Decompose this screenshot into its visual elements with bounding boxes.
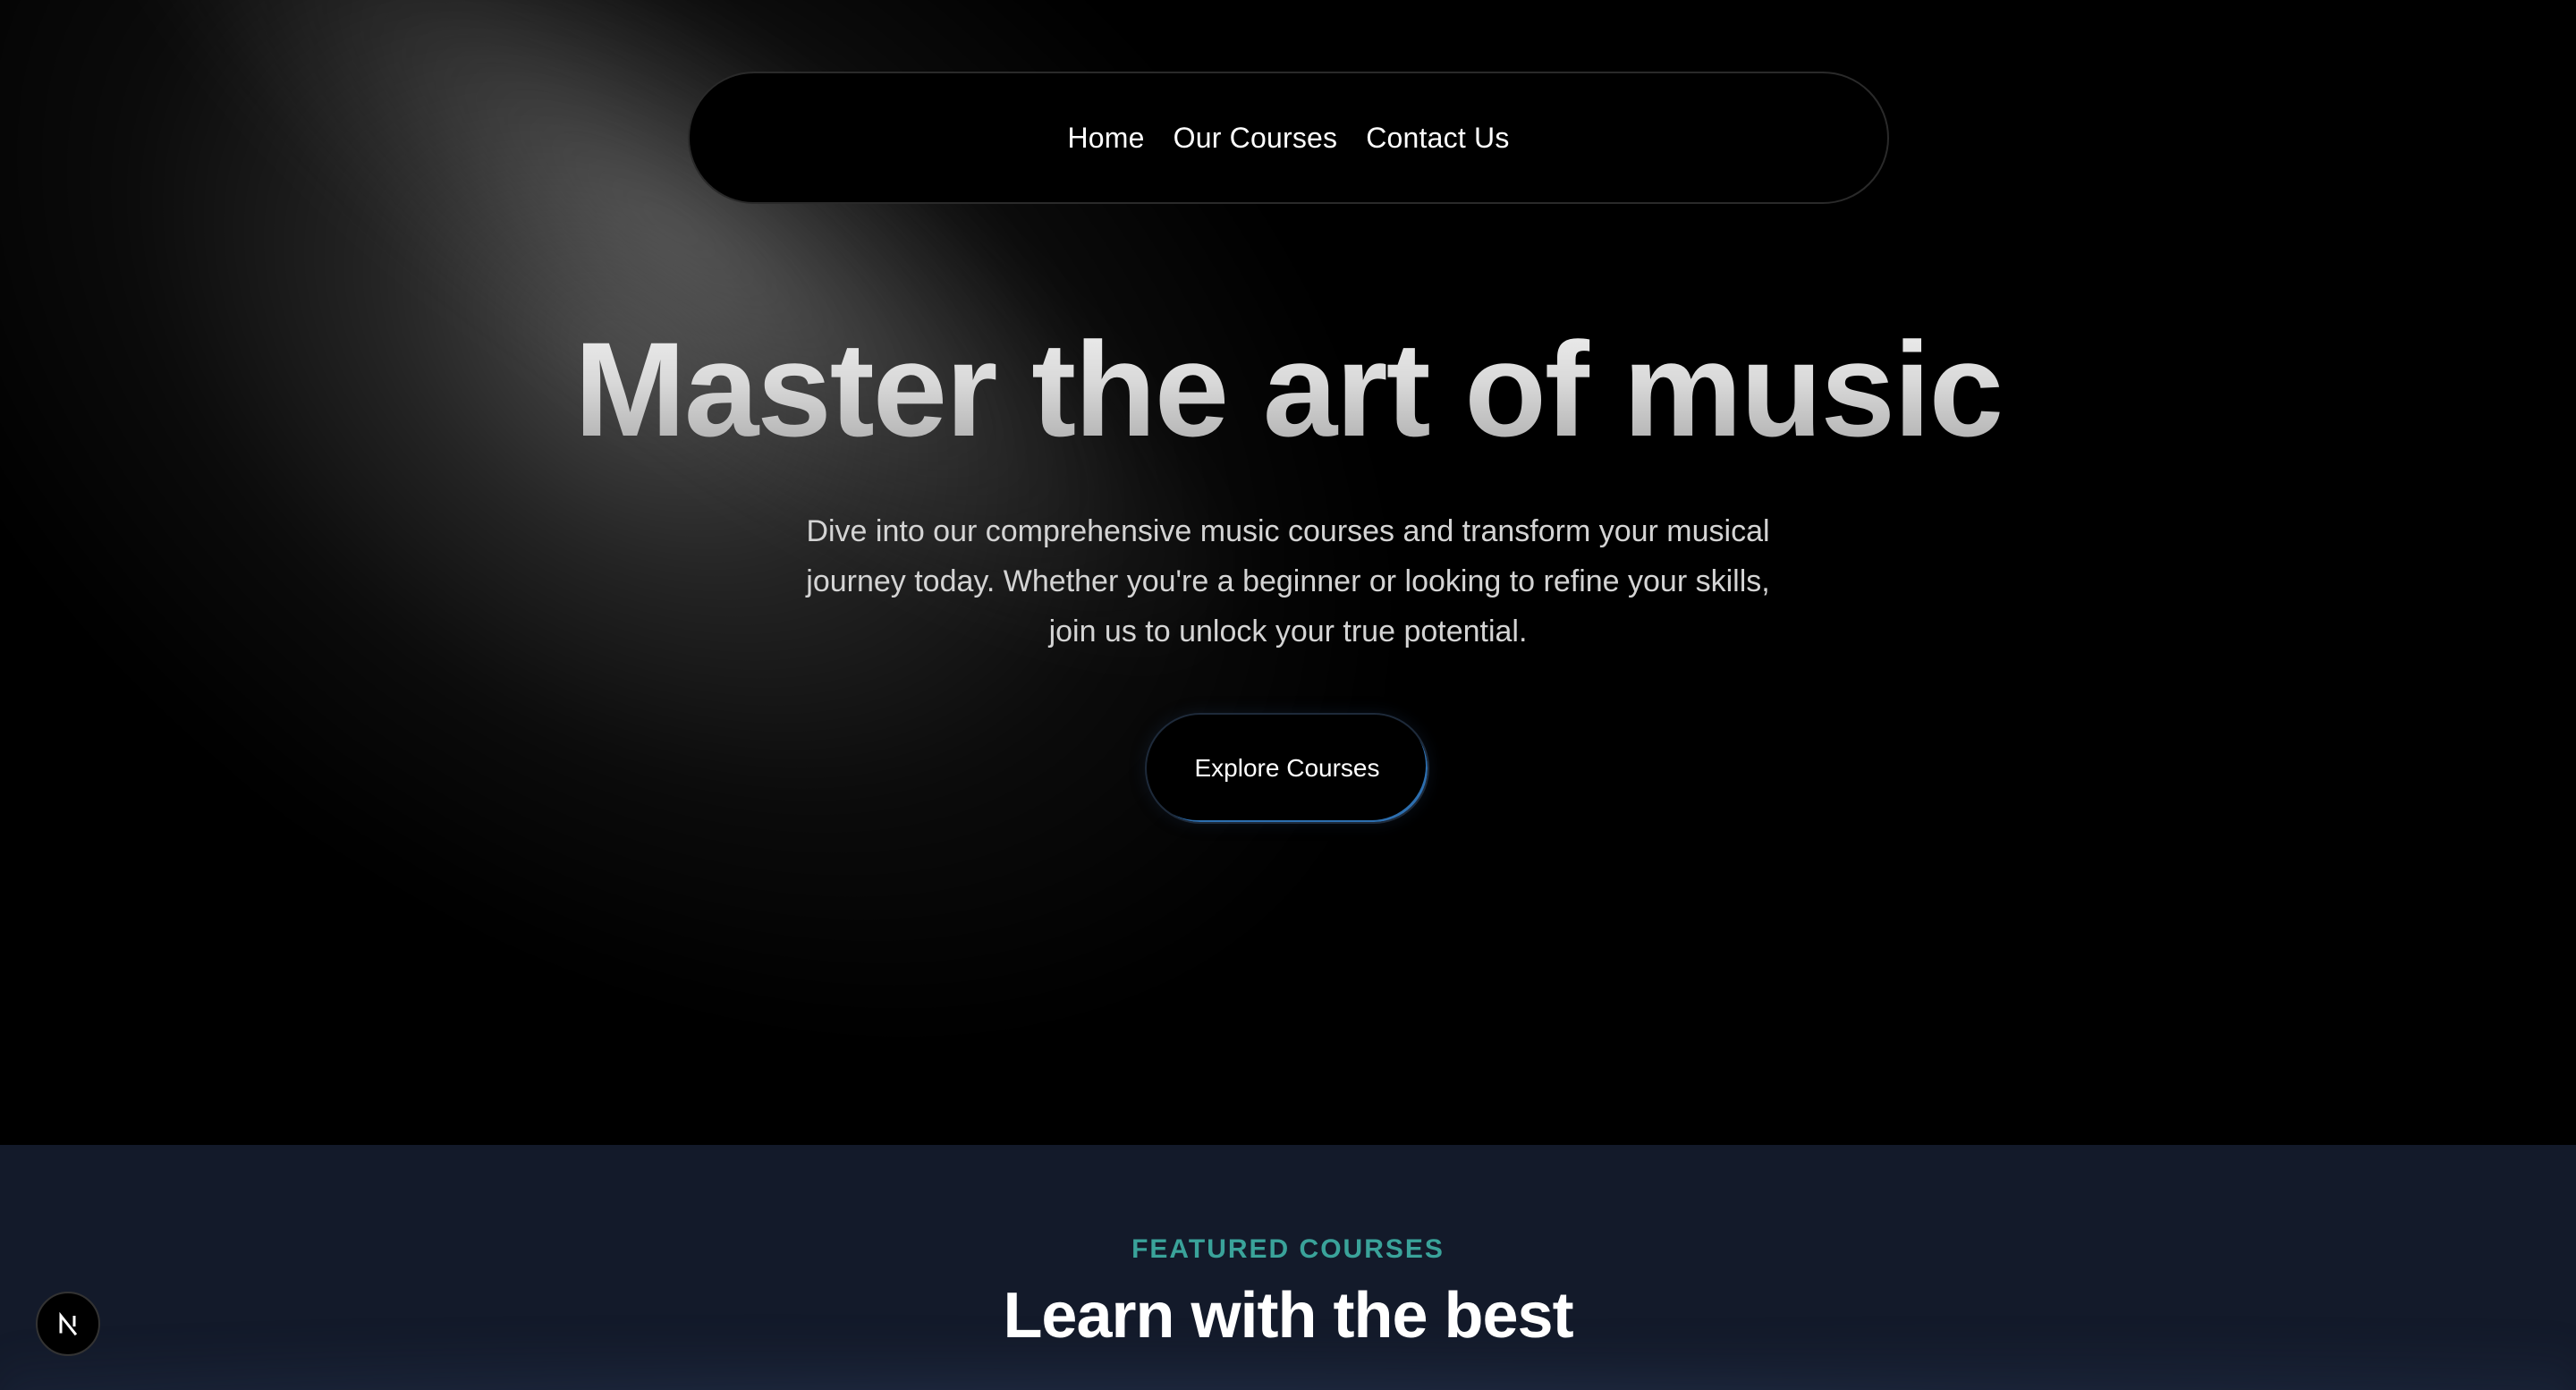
nav-link-home[interactable]: Home <box>1067 122 1144 155</box>
hero-subtext: Dive into our comprehensive music course… <box>806 514 1770 648</box>
nav-link-our-courses[interactable]: Our Courses <box>1174 122 1338 155</box>
explore-courses-button[interactable]: Explore Courses <box>1145 713 1429 824</box>
nextjs-dev-badge[interactable] <box>36 1292 100 1356</box>
nextjs-logo-icon <box>59 1311 78 1336</box>
hero-section: Home Our Courses Contact Us Master the a… <box>0 0 2576 1145</box>
hero-headline: Master the art of music <box>0 313 2576 465</box>
page: Home Our Courses Contact Us Master the a… <box>0 0 2576 1390</box>
featured-title: Learn with the best <box>1003 1280 1573 1352</box>
featured-courses-section: FEATURED COURSES Learn with the best <box>0 1145 2576 1390</box>
featured-eyebrow: FEATURED COURSES <box>1131 1234 1445 1264</box>
nav-link-contact-us[interactable]: Contact Us <box>1366 122 1509 155</box>
top-navbar: Home Our Courses Contact Us <box>688 72 1889 204</box>
